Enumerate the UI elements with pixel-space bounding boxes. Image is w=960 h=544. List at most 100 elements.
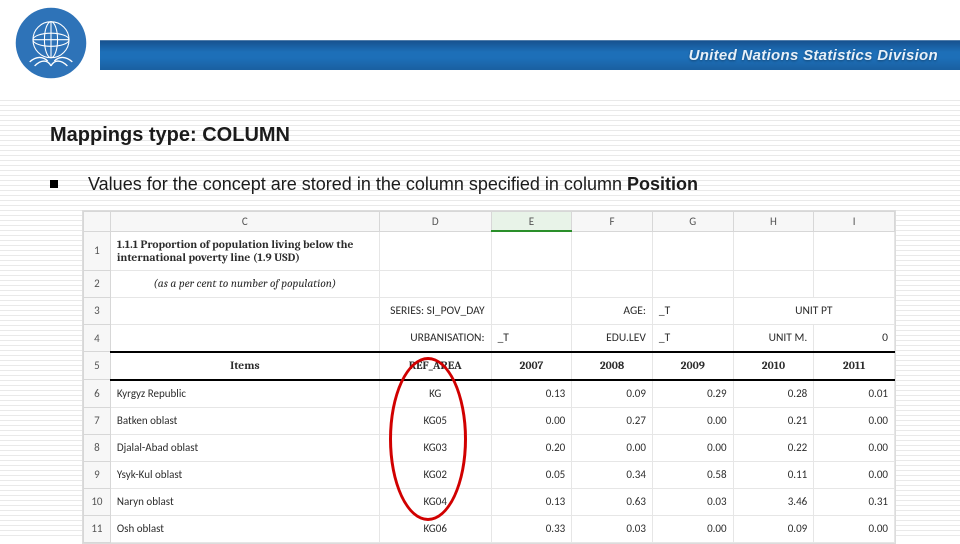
rowhdr: 2 [84, 270, 111, 297]
indicator-title: 1.1.1 Proportion of population living be… [110, 231, 379, 270]
table-row: 4 URBANISATION: _T EDU.LEV _T UNIT M. 0 [84, 324, 895, 352]
ref-area: KG03 [379, 434, 491, 461]
slide-title: Mappings type: COLUMN [50, 124, 910, 147]
val: 0.00 [652, 515, 733, 542]
ref-area: KG02 [379, 461, 491, 488]
val: 0.29 [652, 380, 733, 408]
colhdr-e: E [491, 212, 572, 232]
table-row: 8 Djalal-Abad oblast KG03 0.20 0.00 0.00… [84, 434, 895, 461]
rowhdr: 3 [84, 297, 111, 324]
rowhdr: 7 [84, 407, 111, 434]
val: 0.22 [733, 434, 814, 461]
meta-unitm-value: 0 [814, 324, 895, 352]
val: 0.00 [572, 434, 653, 461]
bullet-icon [50, 180, 58, 188]
colhdr-i: I [814, 212, 895, 232]
meta-unitm-label: UNIT M. [733, 324, 814, 352]
rowhdr: 9 [84, 461, 111, 488]
meta-age-label: AGE: [572, 297, 653, 324]
val: 0.31 [814, 488, 895, 515]
table-row: 10 Naryn oblast KG04 0.13 0.63 0.03 3.46… [84, 488, 895, 515]
item-name: Djalal-Abad oblast [110, 434, 379, 461]
colhdr-c: C [110, 212, 379, 232]
table-row: 9 Ysyk-Kul oblast KG02 0.05 0.34 0.58 0.… [84, 461, 895, 488]
hdr-2010: 2010 [733, 352, 814, 380]
item-name: Ysyk-Kul oblast [110, 461, 379, 488]
table-header-row: 5 Items REF_AREA 2007 2008 2009 2010 201… [84, 352, 895, 380]
table-row: 2 (as a per cent to number of population… [84, 270, 895, 297]
ref-area: KG05 [379, 407, 491, 434]
column-header-row: C D E F G H I [84, 212, 895, 232]
hdr-2011: 2011 [814, 352, 895, 380]
val: 0.00 [814, 515, 895, 542]
hdr-refarea: REF_AREA [379, 352, 491, 380]
val: 0.11 [733, 461, 814, 488]
hdr-2007: 2007 [491, 352, 572, 380]
val: 3.46 [733, 488, 814, 515]
meta-urbanisation-value: _T [491, 324, 572, 352]
val: 0.00 [814, 434, 895, 461]
colhdr-h: H [733, 212, 814, 232]
val: 0.01 [814, 380, 895, 408]
banner-stripe: United Nations Statistics Division [100, 40, 960, 70]
spreadsheet: C D E F G H I 1 1.1.1 Proportion of popu… [82, 210, 896, 544]
bullet-text: Values for the concept are stored in the… [88, 173, 698, 196]
org-title: United Nations Statistics Division [689, 47, 938, 64]
val: 0.00 [814, 407, 895, 434]
val: 0.13 [491, 488, 572, 515]
val: 0.33 [491, 515, 572, 542]
bullet-text-bold: Position [627, 174, 698, 194]
rowhdr: 4 [84, 324, 111, 352]
val: 0.21 [733, 407, 814, 434]
val: 0.34 [572, 461, 653, 488]
item-name: Osh oblast [110, 515, 379, 542]
table-row: 11 Osh oblast KG06 0.33 0.03 0.00 0.09 0… [84, 515, 895, 542]
slide-header: United Nations Statistics Division [0, 0, 960, 88]
val: 0.00 [814, 461, 895, 488]
item-name: Kyrgyz Republic [110, 380, 379, 408]
ref-area: KG04 [379, 488, 491, 515]
table-row: 3 SERIES: SI_POV_DAY AGE: _T UNIT PT [84, 297, 895, 324]
val: 0.20 [491, 434, 572, 461]
ref-area: KG [379, 380, 491, 408]
corner-cell [84, 212, 111, 232]
val: 0.63 [572, 488, 653, 515]
slide-bullet: Values for the concept are stored in the… [50, 173, 910, 196]
slide-body: Mappings type: COLUMN Values for the con… [0, 96, 960, 540]
colhdr-f: F [572, 212, 653, 232]
rowhdr: 5 [84, 352, 111, 380]
colhdr-g: G [652, 212, 733, 232]
meta-urbanisation-label: URBANISATION: [379, 324, 491, 352]
val: 0.00 [652, 407, 733, 434]
hdr-2008: 2008 [572, 352, 653, 380]
colhdr-d: D [379, 212, 491, 232]
meta-series: SERIES: SI_POV_DAY [379, 297, 491, 324]
rowhdr: 8 [84, 434, 111, 461]
bullet-text-prefix: Values for the concept are stored in the… [88, 174, 627, 194]
indicator-subtitle: (as a per cent to number of population) [110, 270, 379, 297]
rowhdr: 6 [84, 380, 111, 408]
rowhdr: 11 [84, 515, 111, 542]
val: 0.09 [733, 515, 814, 542]
un-logo [10, 2, 92, 84]
table-row: 6 Kyrgyz Republic KG 0.13 0.09 0.29 0.28… [84, 380, 895, 408]
ref-area: KG06 [379, 515, 491, 542]
val: 0.05 [491, 461, 572, 488]
val: 0.09 [572, 380, 653, 408]
rowhdr: 10 [84, 488, 111, 515]
val: 0.13 [491, 380, 572, 408]
item-name: Batken oblast [110, 407, 379, 434]
meta-unit-pt: UNIT PT [733, 297, 894, 324]
table-row: 1 1.1.1 Proportion of population living … [84, 231, 895, 270]
rowhdr: 1 [84, 231, 111, 270]
val: 0.00 [491, 407, 572, 434]
hdr-items: Items [110, 352, 379, 380]
val: 0.27 [572, 407, 653, 434]
val: 0.28 [733, 380, 814, 408]
meta-age-value: _T [652, 297, 733, 324]
val: 0.03 [652, 488, 733, 515]
meta-edulev-label: EDU.LEV [572, 324, 653, 352]
meta-edulev-value: _T [652, 324, 733, 352]
item-name: Naryn oblast [110, 488, 379, 515]
hdr-2009: 2009 [652, 352, 733, 380]
